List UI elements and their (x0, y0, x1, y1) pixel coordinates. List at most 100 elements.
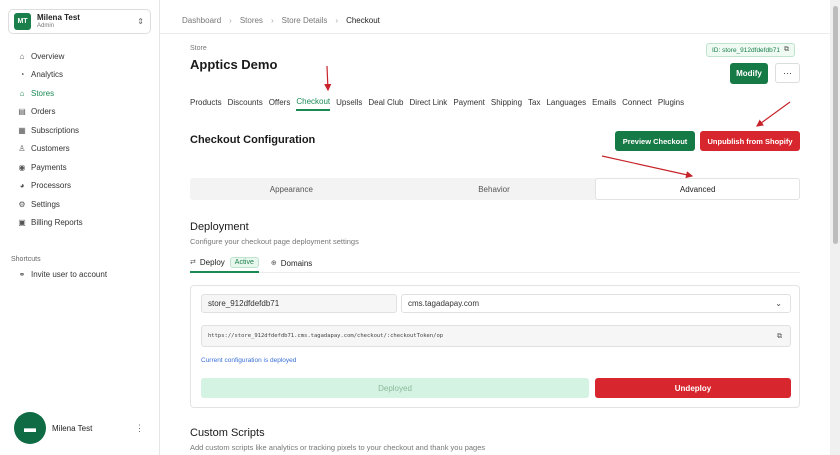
page-title: Apptics Demo (190, 57, 278, 72)
sidebar-item-label: Settings (31, 199, 60, 209)
custom-scripts-title: Custom Scripts (190, 427, 265, 439)
subtab-domains-label: Domains (280, 258, 313, 268)
breadcrumb-separator: › (270, 16, 274, 25)
tab-checkout[interactable]: Checkout (296, 93, 331, 111)
tab-products[interactable]: Products (190, 93, 222, 111)
more-options-button[interactable]: ⋯ (775, 63, 800, 83)
footer-user-name: Milena Test (52, 423, 93, 433)
modify-button[interactable]: Modify (730, 63, 768, 84)
cart-icon: ▤ (18, 107, 26, 117)
deployment-description: Configure your checkout page deployment … (190, 237, 359, 246)
sidebar-item-label: Subscriptions (31, 125, 80, 135)
sidebar-item-label: Customers (31, 144, 70, 154)
breadcrumb-separator: › (335, 16, 339, 25)
sidebar-item-customers[interactable]: ♙ Customers (8, 140, 151, 159)
sidebar-item-stores[interactable]: ⌂ Stores (8, 84, 151, 103)
unpublish-shopify-button[interactable]: Unpublish from Shopify (700, 131, 800, 151)
tab-upsells[interactable]: Upsells (336, 93, 362, 111)
tab-plugins[interactable]: Plugins (658, 93, 684, 111)
account-role: Admin (37, 22, 55, 29)
breadcrumb-dashboard[interactable]: Dashboard (182, 16, 221, 25)
footer-user: ▬ Milena Test ⋮ (14, 412, 150, 444)
copy-icon[interactable]: ⧉ (784, 46, 789, 54)
chat-icon[interactable]: ▬ (14, 412, 46, 444)
store-slug-field[interactable]: store_912dfdefdb71 (201, 294, 397, 313)
main-content: Dashboard › Stores › Store Details › Checko… (160, 0, 830, 455)
sidebar-item-settings[interactable]: ⚙ Settings (8, 195, 151, 214)
chevron-down-icon: ⌄ (775, 299, 782, 308)
deployed-button[interactable]: Deployed (201, 378, 589, 398)
undeploy-button[interactable]: Undeploy (595, 378, 791, 398)
sidebar-item-payments[interactable]: ◉ Payments (8, 158, 151, 177)
page-scrollbar[interactable] (830, 0, 840, 455)
sidebar-item-analytics[interactable]: ◔ Analytics (8, 66, 151, 85)
invite-user-label: Invite user to account (31, 270, 108, 279)
sidebar-item-label: Billing Reports (31, 218, 83, 228)
custom-scripts-description: Add custom scripts like analytics or tra… (190, 443, 486, 452)
tab-emails[interactable]: Emails (592, 93, 616, 111)
tab-payment[interactable]: Payment (453, 93, 485, 111)
segment-behavior[interactable]: Behavior (393, 178, 596, 200)
shortcuts-heading: Shortcuts (11, 256, 41, 263)
store-label: Store (190, 45, 207, 52)
tab-deal-club[interactable]: Deal Club (368, 93, 403, 111)
more-horizontal-icon: ⋯ (783, 67, 792, 78)
sidebar-item-label: Stores (31, 88, 55, 98)
globe-icon: ⊕ (270, 260, 277, 267)
deploy-icon: ⇄ (190, 259, 196, 266)
tab-tax[interactable]: Tax (528, 93, 540, 111)
subtab-deploy[interactable]: ⇄ Deploy Active (190, 254, 259, 273)
store-id: ID: store_912dfdefdb71 (712, 46, 780, 54)
tab-direct-link[interactable]: Direct Link (410, 93, 448, 111)
breadcrumb-stores[interactable]: Stores (240, 16, 263, 25)
config-segment-control: Appearance Behavior Advanced (190, 178, 801, 200)
sidebar-item-billing-reports[interactable]: ▣ Billing Reports (8, 214, 151, 233)
users-icon: ♙ (18, 144, 26, 154)
sidebar-item-orders[interactable]: ▤ Orders (8, 103, 151, 122)
store-tabs: Products Discounts Offers Checkout Upsel… (190, 93, 690, 111)
sidebar-item-label: Processors (31, 181, 72, 191)
deployment-subtabs: ⇄ Deploy Active ⊕ Domains (190, 254, 800, 273)
active-badge: Active (229, 256, 259, 268)
sidebar-item-subscriptions[interactable]: ▦ Subscriptions (8, 121, 151, 140)
payments-icon: ◉ (18, 162, 26, 172)
subtab-domains[interactable]: ⊕ Domains (271, 254, 312, 273)
copy-icon[interactable]: ⧉ (777, 332, 782, 341)
tab-languages[interactable]: Languages (546, 93, 586, 111)
scrollbar-thumb[interactable] (833, 6, 838, 244)
deployment-title: Deployment (190, 221, 249, 233)
breadcrumb: Dashboard › Stores › Store Details › Checko… (182, 16, 388, 25)
chart-icon: ◔ (19, 70, 25, 80)
breadcrumb-store-details[interactable]: Store Details (282, 16, 328, 25)
checkout-config-title: Checkout Configuration (190, 134, 316, 146)
segment-advanced[interactable]: Advanced (595, 178, 801, 200)
segment-appearance[interactable]: Appearance (190, 178, 393, 200)
sidebar-item-label: Overview (31, 51, 65, 61)
sidebar-item-overview[interactable]: ⌂ Overview (8, 47, 151, 66)
domain-select[interactable]: cms.tagadapay.com ⌄ (401, 294, 791, 313)
store-id-badge[interactable]: ID: store_912dfdefdb71 ⧉ (706, 43, 795, 57)
domain-select-value: cms.tagadapay.com (408, 299, 479, 308)
deployment-url-field[interactable]: https://store_912dfdefdb71.cms.tagadapay… (201, 325, 791, 347)
link-icon: ⚭ (18, 270, 26, 279)
invite-user-shortcut[interactable]: ⚭ Invite user to account (16, 270, 107, 279)
tab-shipping[interactable]: Shipping (491, 93, 522, 111)
account-switcher[interactable]: MT Milena Test Admin ⇕ (8, 9, 151, 34)
store-icon: ⌂ (19, 88, 25, 98)
sidebar-item-label: Orders (31, 107, 56, 117)
deployment-status: Current configuration is deployed (201, 357, 297, 364)
sidebar-item-label: Payments (31, 162, 67, 172)
more-vertical-icon[interactable]: ⋮ (135, 423, 144, 434)
sidebar-item-processors[interactable]: ◕ Processors (8, 177, 151, 196)
tab-discounts[interactable]: Discounts (228, 93, 263, 111)
preview-checkout-button[interactable]: Preview Checkout (615, 131, 695, 151)
header-divider (160, 33, 830, 34)
home-icon: ⌂ (19, 51, 25, 61)
sidebar-item-label: Analytics (31, 70, 64, 80)
gear-icon: ⚙ (18, 199, 26, 209)
account-name: Milena Test (37, 12, 80, 22)
tab-offers[interactable]: Offers (269, 93, 291, 111)
account-avatar: MT (14, 13, 31, 30)
tab-connect[interactable]: Connect (622, 93, 652, 111)
processors-icon: ◕ (19, 181, 25, 191)
